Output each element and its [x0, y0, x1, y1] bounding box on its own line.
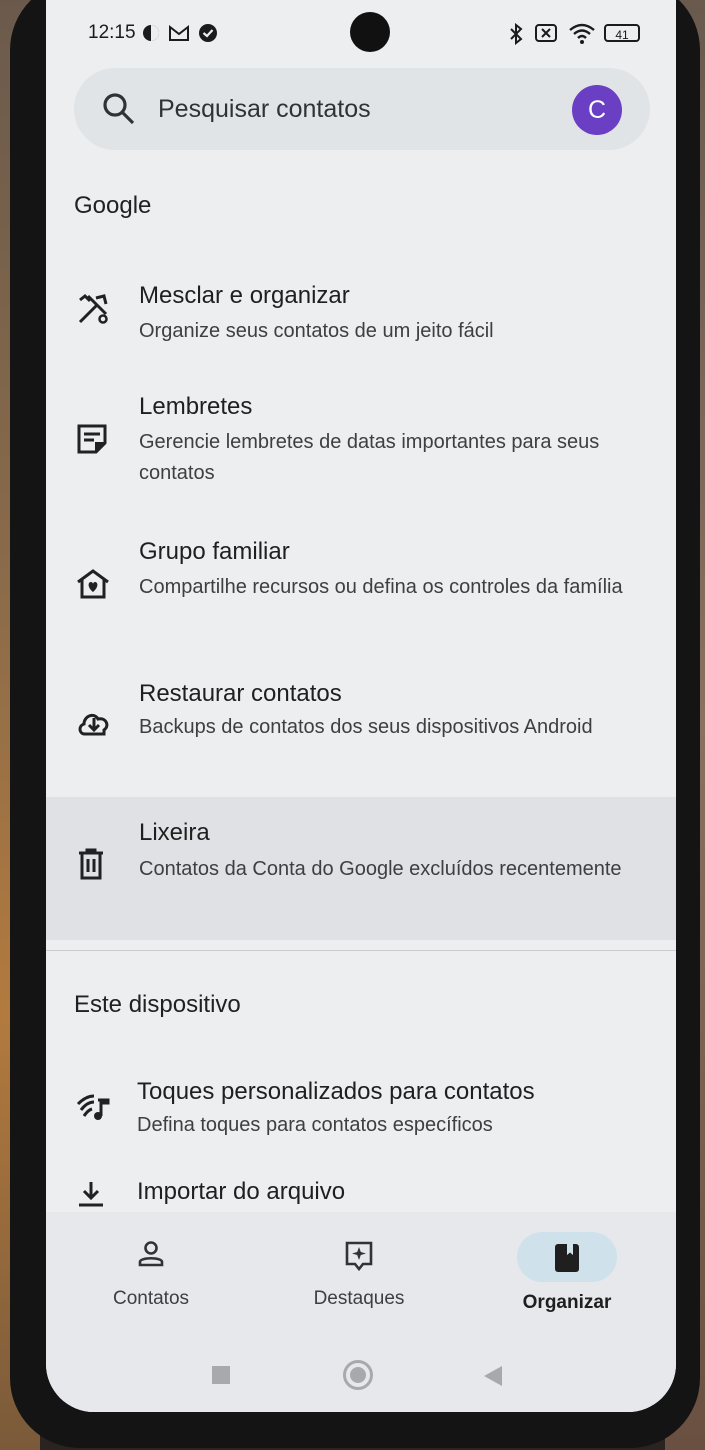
wifi-icon [569, 23, 595, 44]
menu-item-title: Lembretes [139, 393, 253, 420]
menu-item-subtitle: Contatos da Conta do Google excluídos re… [139, 858, 622, 880]
organize-bookmark-icon [555, 1244, 579, 1272]
bottom-navigation: Contatos Destaques Organizar [46, 1212, 676, 1412]
status-bar: 12:15 41 [46, 0, 676, 70]
person-icon [138, 1241, 164, 1267]
menu-item-import-file[interactable]: Importar do arquivo [46, 1165, 676, 1212]
data-saver-icon [143, 25, 159, 41]
battery-level: 41 [615, 28, 629, 42]
cloud-restore-icon [78, 713, 109, 736]
status-time: 12:15 [88, 22, 136, 43]
download-icon [79, 1182, 103, 1207]
home-button-dot [350, 1367, 366, 1383]
tab-highlights[interactable]: Destaques [254, 1212, 464, 1332]
menu-item-title: Lixeira [139, 819, 210, 846]
front-camera [350, 12, 390, 52]
battery-icon: 41 [604, 24, 640, 42]
menu-item-title: Toques personalizados para contatos [137, 1078, 535, 1105]
search-bar[interactable]: Pesquisar contatos C [74, 68, 650, 150]
menu-item-subtitle: Defina toques para contatos específicos [137, 1114, 493, 1136]
menu-item-subtitle: Compartilhe recursos ou defina os contro… [139, 576, 623, 598]
menu-item-title: Mesclar e organizar [139, 282, 350, 309]
app-screen: 12:15 41 Pesquisar contatos C Google Mes… [46, 0, 676, 1412]
back-button[interactable] [482, 1364, 504, 1388]
home-button[interactable] [343, 1360, 373, 1390]
section-title-google: Google [74, 192, 152, 219]
tab-label: Destaques [313, 1288, 405, 1309]
reminder-note-icon [77, 424, 107, 454]
gmail-icon [169, 24, 189, 41]
menu-item-subtitle: Organize seus contatos de um jeito fácil [139, 320, 494, 342]
menu-item-reminders[interactable]: Lembretes Gerencie lembretes de datas im… [46, 375, 676, 515]
menu-item-subtitle: Backups de contatos dos seus dispositivo… [139, 716, 593, 738]
search-placeholder: Pesquisar contatos [158, 95, 371, 123]
menu-item-trash[interactable]: Lixeira Contatos da Conta do Google excl… [46, 797, 676, 940]
family-home-icon [77, 569, 109, 599]
account-avatar[interactable]: C [572, 85, 622, 135]
system-navigation-bar [46, 1352, 676, 1412]
menu-item-title: Grupo familiar [139, 538, 290, 565]
menu-item-title: Importar do arquivo [137, 1178, 346, 1205]
section-title-device: Este dispositivo [74, 991, 241, 1018]
ringtone-icon [76, 1094, 110, 1120]
menu-item-merge[interactable]: Mesclar e organizar Organize seus contat… [46, 262, 676, 370]
phone-frame: 12:15 41 Pesquisar contatos C Google Mes… [10, 0, 700, 1448]
sim-off-icon [535, 24, 557, 42]
menu-item-ringtones[interactable]: Toques personalizados para contatos Defi… [46, 1060, 676, 1160]
trash-icon [79, 848, 103, 880]
menu-item-family-group[interactable]: Grupo familiar Compartilhe recursos ou d… [46, 520, 676, 658]
check-circle-icon [199, 24, 217, 42]
merge-tools-icon [78, 293, 108, 324]
tab-contacts[interactable]: Contatos [46, 1212, 256, 1332]
menu-item-restore-contacts[interactable]: Restaurar contatos Backups de contatos d… [46, 662, 676, 798]
tab-organize[interactable]: Organizar [462, 1212, 672, 1332]
bluetooth-icon [510, 23, 523, 45]
menu-item-subtitle: Gerencie lembretes de datas importantes … [139, 431, 600, 484]
highlights-icon [345, 1241, 373, 1272]
menu-item-title: Restaurar contatos [139, 680, 342, 707]
tab-label: Organizar [522, 1292, 612, 1313]
tab-label: Contatos [112, 1288, 190, 1309]
section-divider [46, 950, 676, 951]
recents-button[interactable] [212, 1366, 230, 1384]
search-icon [103, 93, 135, 125]
